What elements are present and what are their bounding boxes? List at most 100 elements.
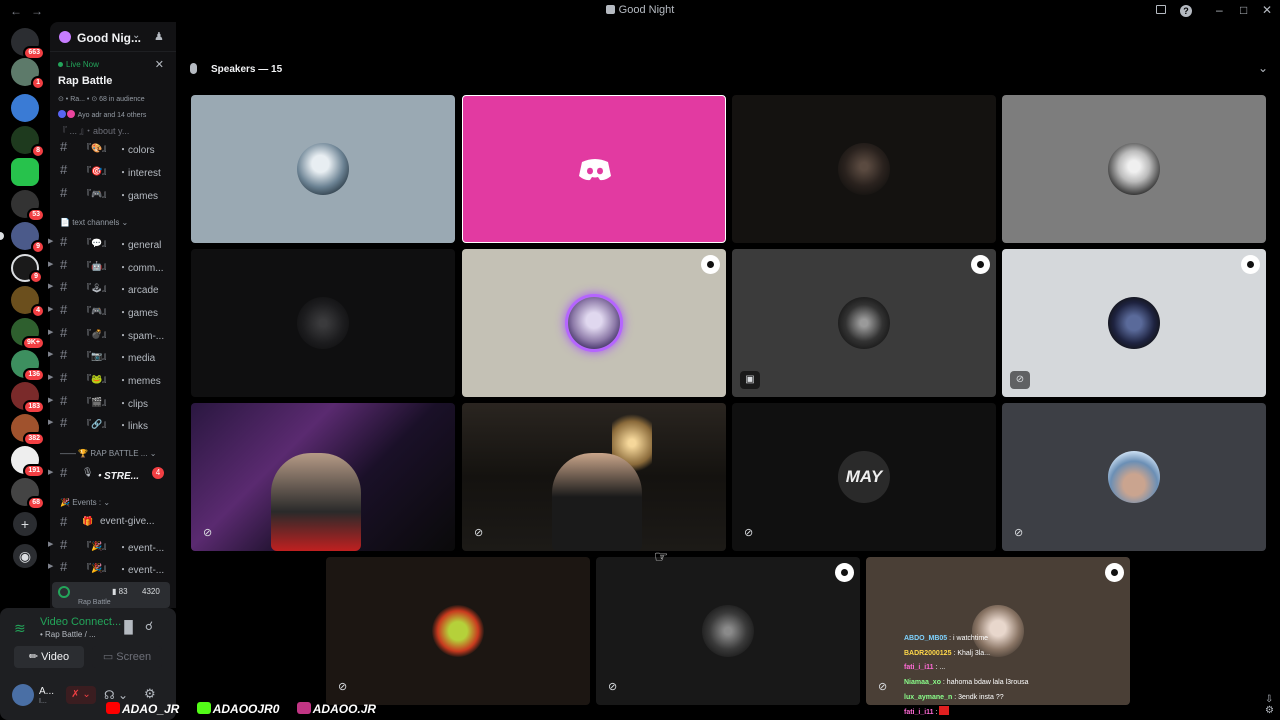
kick-server-icon[interactable]	[11, 158, 39, 186]
bottom-right-controls: ⇩ ⚙	[1265, 694, 1274, 716]
minimize-icon[interactable]: –	[1216, 3, 1223, 17]
close-icon[interactable]: ✕	[155, 58, 164, 71]
chat-message: BADR2000125 : Khalj 3la...	[904, 649, 991, 657]
speaker-tile[interactable]	[732, 95, 996, 243]
maximize-icon[interactable]: □	[1240, 3, 1247, 17]
channel-games[interactable]: ▶ # 『🎮』 ・games	[48, 299, 176, 321]
mouse-cursor-icon: ☞	[654, 549, 669, 566]
invite-icon[interactable]: ♟	[154, 30, 164, 43]
instagram-icon	[296, 702, 311, 714]
video-button[interactable]: ✏ Video	[14, 646, 84, 668]
channel-spam[interactable]: ▶ # 『💣』 ・spam-...	[48, 322, 176, 344]
speaker-tile[interactable]: ⊘	[1002, 403, 1266, 551]
channel-links[interactable]: ▶ # 『🔗』 ・links	[48, 412, 176, 434]
screen-share-button[interactable]: ▭ Screen	[92, 646, 162, 668]
mic-muted-icon: ⊘	[203, 527, 213, 539]
server-icon[interactable]: 9K+	[11, 318, 45, 350]
speaker-tile[interactable]	[462, 95, 726, 243]
hash-icon: #	[60, 393, 68, 408]
title-bar: ← → Good Night ? – □ ✕	[0, 0, 1280, 22]
direct-messages-icon[interactable]: 663	[11, 28, 45, 60]
disconnect-icon[interactable]: ☌	[145, 619, 153, 633]
server-header[interactable]: Good Nig... ⌄ ♟	[50, 22, 176, 52]
channel-stream[interactable]: ▶ # 🎙 ・STRE... 4	[48, 462, 176, 484]
mention-badge: 53	[27, 208, 45, 222]
stage-others: Ayo adr and 14 others	[58, 110, 146, 119]
server-icon[interactable]: 9	[0, 222, 45, 254]
server-icon[interactable]: 183	[11, 382, 45, 414]
channel-event[interactable]: ▶ # 『🎉』 ・event-...	[48, 534, 176, 556]
channel-comm[interactable]: ▶ # 『🤖』 ・comm...	[48, 254, 176, 276]
inbox-icon[interactable]	[1156, 3, 1166, 17]
headphones-icon[interactable]: ☊ ⌄	[104, 688, 128, 702]
category-rap-battle[interactable]: —— 🏆 RAP BATTLE ... ⌄	[60, 449, 156, 458]
server-icon[interactable]: 1	[11, 58, 45, 90]
video-feed	[552, 453, 642, 551]
category-events[interactable]: 🎉 Events : ⌄	[60, 498, 110, 507]
channel-colors[interactable]: # 『🎨』 ・colors	[50, 136, 176, 158]
speaker-tile-video[interactable]: ⊘	[191, 403, 455, 551]
discover-icon[interactable]: ◉	[13, 544, 37, 568]
active-stage-channel[interactable]: ▮ 83 4320 Rap Battle	[52, 582, 170, 608]
speaker-tile[interactable]: ⊘	[326, 557, 590, 705]
server-icon[interactable]: 9	[11, 254, 43, 284]
server-icon[interactable]: 382	[11, 414, 45, 446]
server-icon[interactable]: 53	[11, 190, 45, 222]
chevron-down-icon[interactable]: ⌄	[132, 30, 140, 41]
channel-event[interactable]: ▶ # 『🎉』 ・event-...	[48, 556, 176, 578]
avatar	[1108, 451, 1160, 503]
caret-right-icon: ▶	[48, 238, 54, 245]
channel-interest[interactable]: # 『🎯』 ・interest	[50, 159, 176, 181]
stage-meta: ⊙ • Ra... • ⊙ 68 in audience	[58, 96, 145, 103]
add-server-icon[interactable]: +	[13, 512, 37, 536]
channel-media[interactable]: ▶ # 『📷』 ・media	[48, 344, 176, 366]
speaker-tile[interactable]	[1002, 95, 1266, 243]
gear-icon[interactable]: ⚙	[144, 686, 156, 702]
speaker-tile[interactable]: MAY ⊘	[732, 403, 996, 551]
channel-games[interactable]: # 『🎮』 ・games	[50, 182, 176, 204]
avatar[interactable]	[12, 684, 34, 706]
mic-muted-icon: ⊘	[474, 527, 484, 539]
channel-clips[interactable]: ▶ # 『🎬』 ・clips	[48, 390, 176, 412]
stream-chat-overlay: ABDO_MB05 : i watchtime BADR2000125 : Kh…	[904, 632, 1130, 720]
speakers-count: Speakers — 15	[211, 64, 283, 75]
speaker-tile[interactable]: ▣	[732, 249, 996, 397]
live-stage-card[interactable]: Live Now ✕ Rap Battle ⊙ • Ra... • ⊙ 68 i…	[50, 52, 176, 148]
server-icon[interactable]	[11, 94, 39, 122]
hash-icon: #	[60, 162, 68, 177]
mic-muted-icon[interactable]: ✗ ⌄	[66, 686, 96, 704]
chevron-down-icon[interactable]: ⌄	[1258, 61, 1268, 75]
host-badge-icon	[971, 255, 990, 274]
chat-message: ABDO_MB05 : i watchtime	[904, 635, 989, 642]
channel-arcade[interactable]: ▶ # 『🕹』 ・arcade	[48, 276, 176, 298]
channel-memes[interactable]: ▶ # 『🐸』 ・memes	[48, 367, 176, 389]
voice-connection-status[interactable]: Video Connect...	[40, 616, 121, 628]
channel-event-give[interactable]: # 🎁 event-give...	[50, 511, 176, 533]
speaker-tile[interactable]	[191, 249, 455, 397]
speaker-tile[interactable]: ⊘	[596, 557, 860, 705]
server-icon[interactable]: 68	[11, 478, 45, 510]
server-icon[interactable]: 136	[11, 350, 45, 382]
channel-general[interactable]: ▶ # 『💬』 ・general	[48, 231, 176, 253]
download-icon[interactable]: ⇩	[1265, 694, 1273, 705]
server-icon[interactable]: 191	[11, 446, 45, 478]
speaker-tile[interactable]	[462, 249, 726, 397]
help-icon[interactable]: ?	[1180, 3, 1192, 17]
speaker-tile-video[interactable]: ⊘	[462, 403, 726, 551]
hash-icon: #	[60, 139, 68, 154]
close-window-icon[interactable]: ✕	[1262, 3, 1272, 17]
voice-connection-channel[interactable]: • Rap Battle / ...	[40, 630, 96, 639]
mention-badge: 9K+	[21, 336, 45, 350]
speaker-tile[interactable]	[191, 95, 455, 243]
server-icon[interactable]: 8	[11, 126, 45, 158]
caret-right-icon: ▶	[48, 397, 54, 404]
speaker-tile[interactable]: ⊘	[1002, 249, 1266, 397]
caret-right-icon: ▶	[48, 261, 54, 268]
caret-right-icon: ▶	[48, 374, 54, 381]
server-icon[interactable]: 4	[11, 286, 45, 318]
settings-icon[interactable]: ⚙	[1265, 705, 1274, 716]
streamer-socials-watermark: ADAO_JR ADAOOJR0 ADAOO.JR	[106, 702, 390, 720]
noise-suppression-icon[interactable]: ▐▌	[120, 620, 137, 634]
category-text-channels[interactable]: 📄 text channels ⌄	[60, 218, 128, 227]
caret-right-icon: ▶	[48, 306, 54, 313]
